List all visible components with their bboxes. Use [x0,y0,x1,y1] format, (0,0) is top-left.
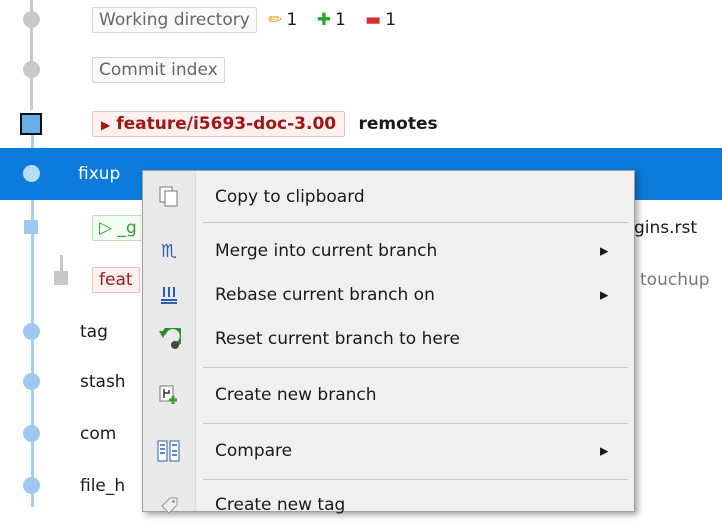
menu-label: Create new tag [215,495,346,515]
row-commit-index[interactable]: Commit index [0,44,722,96]
submenu-arrow-icon: ▶ [600,288,609,302]
graph-node [23,323,40,340]
copy-icon [157,185,181,209]
remove-count: 1 [385,10,397,30]
pencil-icon: ✏ [268,10,283,30]
head-branch-label[interactable]: ▶ feature/i5693-doc-3.00 [92,111,346,137]
graph-node [23,477,40,494]
edit-count: 1 [286,10,298,30]
menu-label: Merge into current branch [215,241,438,261]
menu-item-reset[interactable]: Reset current branch to here [143,317,634,361]
commit-message: fixup [78,164,121,184]
row-7-text: tag [80,322,108,342]
triangle-outline-icon: ▷ [99,218,113,238]
rebase-icon [157,283,181,307]
menu-item-rebase[interactable]: Rebase current branch on ▶ [143,273,634,317]
add-count: 1 [334,10,346,30]
graph-node [23,425,40,442]
menu-label: Create new branch [215,385,377,405]
tag-icon [157,493,181,517]
menu-item-merge[interactable]: ♏ Merge into current branch ▶ [143,229,634,273]
menu-separator [203,479,628,480]
menu-label: Compare [215,441,293,461]
menu-item-copy-to-clipboard[interactable]: Copy to clipboard [143,175,634,219]
graph-node [54,271,68,285]
green-label: ▷ _g [92,215,144,241]
graph-node [24,220,38,234]
row-working-directory[interactable]: Working directory ✏ 1 ✚ 1 ▬ 1 [0,0,722,46]
menu-item-create-tag[interactable]: Create new tag [143,483,634,527]
submenu-arrow-icon: ▶ [600,444,609,458]
submenu-arrow-icon: ▶ [600,244,609,258]
reset-icon [157,327,181,351]
plus-icon: ✚ [316,10,331,30]
commit-index-label: Commit index [92,57,225,83]
head-node [20,113,42,135]
row-10-text: file_h [80,476,126,496]
row-9-text: com [80,424,117,444]
menu-label: Copy to clipboard [215,187,365,207]
menu-separator [203,367,628,368]
graph-node [23,11,40,28]
menu-label: Reset current branch to here [215,329,460,349]
menu-item-compare[interactable]: Compare ▶ [143,429,634,473]
menu-item-create-branch[interactable]: Create new branch [143,373,634,417]
graph-node [23,373,40,390]
working-directory-label: Working directory [92,7,257,33]
compare-icon [157,439,181,463]
menu-label: Rebase current branch on [215,285,435,305]
row-6-suffix: touchup [640,270,710,290]
row-head[interactable]: ▶ feature/i5693-doc-3.00 remotes [0,98,722,150]
menu-separator [203,222,628,223]
triangle-icon: ▶ [101,118,111,132]
minus-icon: ▬ [365,10,382,30]
graph-node [23,61,40,78]
row-5-suffix: gins.rst [634,218,698,238]
red-label: feat [92,267,140,293]
new-branch-icon [157,383,181,407]
row-8-text: stash [80,372,126,392]
merge-icon: ♏ [160,240,178,262]
graph-node [23,165,40,182]
context-menu: Copy to clipboard ♏ Merge into current b… [142,170,635,515]
remotes-label: remotes [358,114,438,134]
menu-separator [203,423,628,424]
